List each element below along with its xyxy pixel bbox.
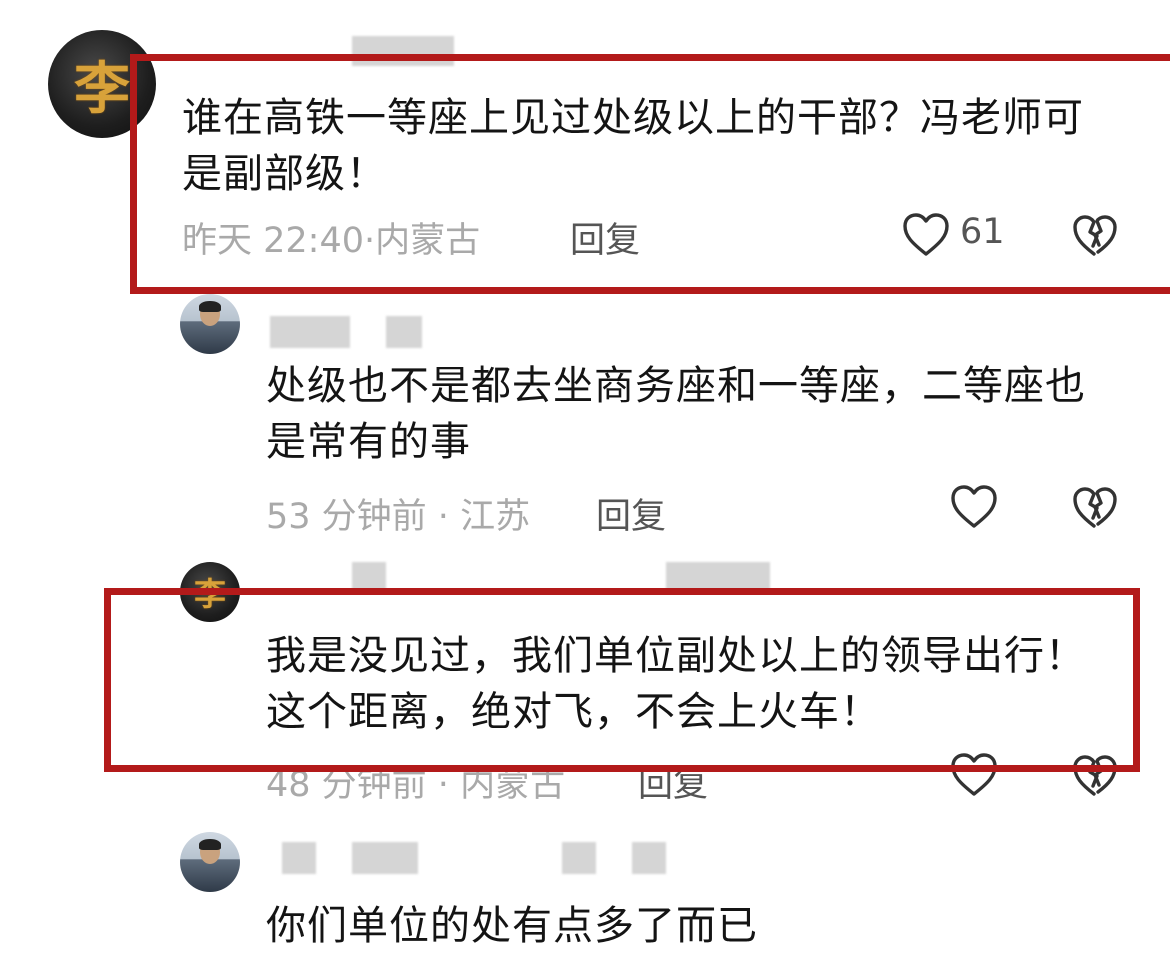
comment-meta: 53 分钟前 · 江苏 bbox=[266, 488, 530, 539]
username-blurred[interactable] bbox=[666, 562, 770, 590]
highlight-box bbox=[104, 588, 1140, 772]
username-blurred[interactable] bbox=[282, 842, 316, 874]
username-blurred[interactable] bbox=[270, 316, 350, 348]
broken-heart-icon[interactable] bbox=[1072, 486, 1118, 530]
username-blurred[interactable] bbox=[632, 842, 666, 874]
heart-outline-icon[interactable] bbox=[950, 484, 998, 530]
username-blurred[interactable] bbox=[386, 316, 422, 348]
username-blurred[interactable] bbox=[562, 842, 596, 874]
avatar[interactable] bbox=[180, 294, 240, 354]
username-blurred[interactable] bbox=[352, 842, 418, 874]
avatar-hair bbox=[199, 839, 221, 850]
avatar[interactable] bbox=[180, 832, 240, 892]
comment-time: 53 分钟前 bbox=[266, 497, 427, 537]
comment-text: 你们单位的处有点多了而已 bbox=[266, 903, 758, 949]
comment-location: 江苏 bbox=[460, 497, 531, 537]
comment-text: 处级也不是都去坐商务座和一等座，二等座也是常有的事 bbox=[266, 363, 1086, 465]
avatar-hair bbox=[199, 301, 221, 312]
username-blurred[interactable] bbox=[352, 562, 386, 590]
meta-separator: · bbox=[426, 497, 461, 537]
avatar-glyph: 李 bbox=[74, 55, 130, 122]
reply-button[interactable]: 回复 bbox=[596, 488, 666, 539]
highlight-box bbox=[130, 54, 1170, 294]
